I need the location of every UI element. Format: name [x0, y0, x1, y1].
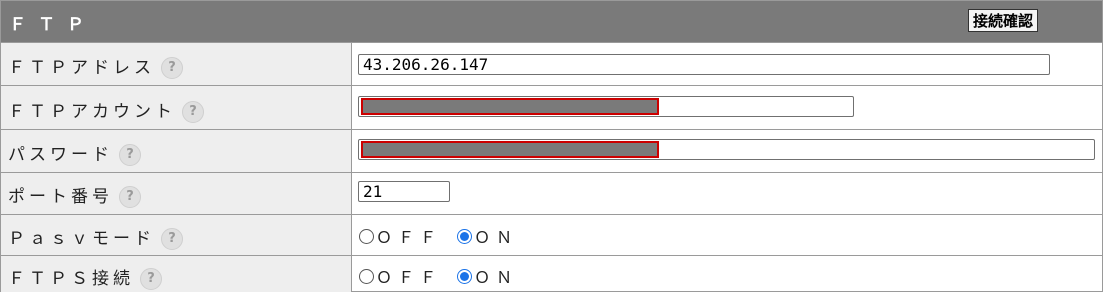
ftps-label-wrap: ＦＴＰＳ接続?: [8, 264, 162, 290]
value-cell: [352, 86, 1102, 129]
ftps-off-radio[interactable]: [359, 268, 374, 284]
pasv-on-label: ＯＮ: [474, 228, 519, 247]
row-port: ポート番号?: [1, 172, 1102, 214]
row-ftp-account: ＦＴＰアカウント?: [1, 85, 1102, 129]
connection-check-button[interactable]: 接続確認: [968, 9, 1039, 32]
ftps-on-radio[interactable]: [457, 268, 473, 284]
password-input[interactable]: [358, 139, 1095, 160]
ftps-on-label: ＯＮ: [474, 268, 519, 287]
label-cell: ＦＴＰＳ接続?: [1, 256, 352, 292]
help-icon[interactable]: ?: [119, 186, 141, 208]
value-cell: [352, 130, 1102, 172]
row-pasv-mode: Ｐａｓｖモード? ＯＦＦ ＯＮ: [1, 214, 1102, 255]
label-cell: ＦＴＰアドレス?: [1, 43, 352, 85]
help-icon[interactable]: ?: [161, 228, 183, 250]
label-cell: Ｐａｓｖモード?: [1, 215, 352, 255]
port-label: ポート番号: [8, 187, 113, 207]
pasv-mode-radio-group: ＯＦＦ ＯＮ: [359, 224, 528, 248]
pasv-off-option[interactable]: ＯＦＦ: [359, 224, 442, 248]
value-cell: [352, 43, 1102, 85]
port-label-wrap: ポート番号?: [8, 182, 141, 208]
row-password: パスワード?: [1, 129, 1102, 172]
ftp-account-label-wrap: ＦＴＰアカウント?: [8, 97, 204, 123]
value-cell: [352, 173, 1102, 214]
pasv-on-option[interactable]: ＯＮ: [457, 224, 518, 248]
ftps-radio-group: ＯＦＦ ＯＮ: [359, 264, 528, 288]
redacted-value: [361, 141, 659, 158]
pasv-label-wrap: Ｐａｓｖモード?: [8, 224, 183, 250]
ftp-settings-panel: ＦＴＰ 接続確認 ＦＴＰアドレス? ＦＴＰアカウント? パスワー: [0, 0, 1103, 292]
help-icon[interactable]: ?: [140, 268, 162, 290]
label-cell: パスワード?: [1, 130, 352, 172]
help-icon[interactable]: ?: [161, 57, 183, 79]
section-title: ＦＴＰ: [9, 15, 96, 35]
pasv-off-label: ＯＦＦ: [376, 228, 443, 247]
ftp-address-label: ＦＴＰアドレス: [8, 58, 155, 78]
help-icon[interactable]: ?: [119, 144, 141, 166]
ftp-account-label: ＦＴＰアカウント: [8, 102, 176, 122]
ftp-account-input[interactable]: [358, 96, 854, 117]
ftps-on-option[interactable]: ＯＮ: [457, 264, 518, 288]
password-label-wrap: パスワード?: [8, 140, 141, 166]
value-cell: ＯＦＦ ＯＮ: [352, 256, 1102, 292]
pasv-mode-label: Ｐａｓｖモード: [8, 229, 155, 249]
password-label: パスワード: [8, 145, 113, 165]
pasv-on-radio[interactable]: [457, 228, 473, 244]
ftps-label: ＦＴＰＳ接続: [8, 269, 134, 289]
ftp-address-label-wrap: ＦＴＰアドレス?: [8, 53, 183, 79]
redacted-value: [361, 98, 659, 115]
ftps-off-option[interactable]: ＯＦＦ: [359, 264, 442, 288]
row-ftp-address: ＦＴＰアドレス?: [1, 42, 1102, 85]
ftp-address-input[interactable]: [358, 54, 1050, 75]
ftp-header: ＦＴＰ 接続確認: [1, 1, 1102, 43]
port-input[interactable]: [358, 181, 450, 202]
value-cell: ＯＦＦ ＯＮ: [352, 215, 1102, 255]
ftps-off-label: ＯＦＦ: [376, 268, 443, 287]
row-ftps: ＦＴＰＳ接続? ＯＦＦ ＯＮ: [1, 255, 1102, 292]
pasv-off-radio[interactable]: [359, 228, 374, 244]
help-icon[interactable]: ?: [182, 101, 204, 123]
label-cell: ＦＴＰアカウント?: [1, 86, 352, 129]
label-cell: ポート番号?: [1, 173, 352, 214]
